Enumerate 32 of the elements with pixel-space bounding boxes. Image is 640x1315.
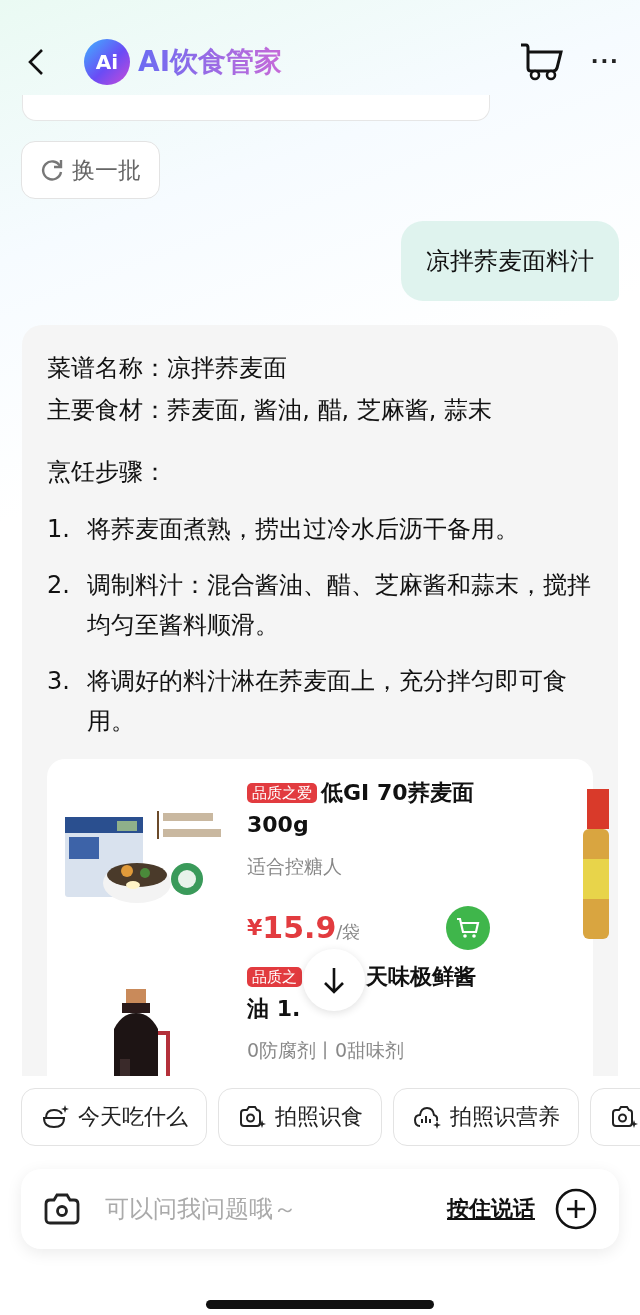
more-button[interactable]: ··· [591, 46, 620, 77]
product-subtitle: 0防腐剂丨0甜味剂 [247, 1038, 406, 1063]
quick-action-chip[interactable]: 拍照识营养 [393, 1088, 579, 1146]
step-text: 调制料汁：混合酱油、醋、芝麻酱和蒜末，搅拌均匀至酱料顺滑。 [87, 570, 592, 641]
step-number: 3. [47, 666, 71, 697]
voice-button[interactable]: 按住说话 [447, 1194, 535, 1224]
add-to-cart-button[interactable] [446, 906, 490, 950]
product-subtitle: 适合控糖人 [247, 854, 343, 879]
cart-icon [455, 916, 481, 940]
step-text: 将调好的料汁淋在荞麦面上，充分拌匀即可食用。 [87, 666, 568, 737]
scroll-down-button[interactable] [303, 949, 365, 1011]
step-number: 2. [47, 570, 71, 601]
recipe-line: 主要食材：荞麦面, 酱油, 醋, 芝麻酱, 蒜末 [47, 395, 494, 426]
camera-icon[interactable] [43, 1192, 81, 1226]
currency-sign: ¥ [247, 914, 263, 942]
arrow-down-icon [322, 965, 346, 995]
product-price: 15.9 [262, 909, 337, 947]
step-number: 1. [47, 514, 71, 545]
quick-action-chip[interactable]: 今天吃什么 [21, 1088, 207, 1146]
recipe-line: 菜谱名称：凉拌荞麦面 [47, 353, 288, 384]
cart-icon[interactable] [519, 41, 563, 82]
quick-action-chip[interactable] [590, 1088, 640, 1146]
step-text: 将荞麦面煮熟，捞出过冷水后沥干备用。 [87, 514, 519, 545]
quick-action-chip[interactable]: 拍照识食 [218, 1088, 382, 1146]
steps-title: 烹饪步骤： [47, 457, 168, 488]
app-logo: Ai [84, 38, 130, 85]
user-message: 凉拌荞麦面料汁 [401, 221, 619, 301]
plus-icon[interactable] [555, 1188, 597, 1230]
price-unit: /袋 [336, 921, 361, 944]
refresh-icon [40, 158, 64, 182]
message-input[interactable]: 可以问我问题哦～ [103, 1194, 447, 1224]
refresh-button[interactable]: 换一批 [21, 141, 160, 199]
